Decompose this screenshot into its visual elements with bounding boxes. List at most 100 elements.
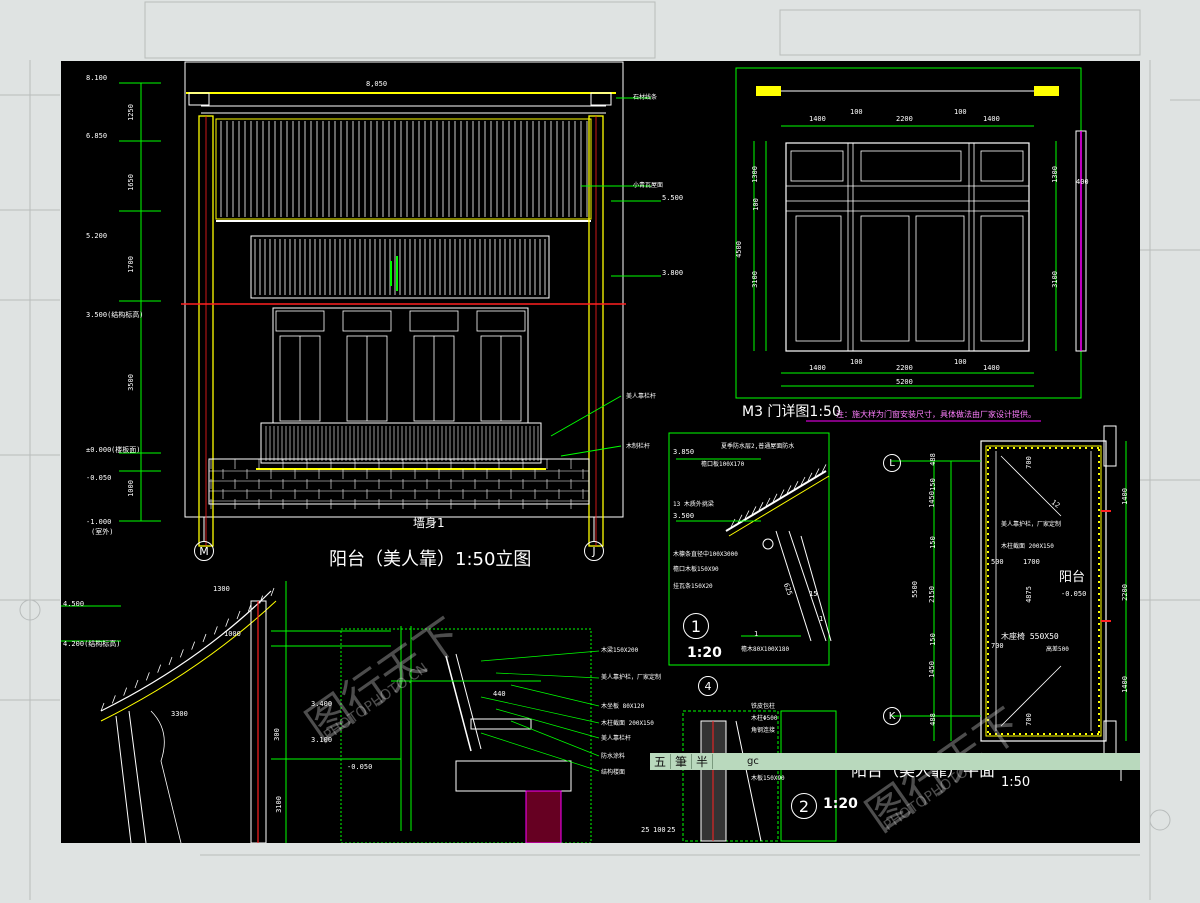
door-right-dim: 1300 bbox=[1050, 166, 1059, 183]
door-note: 注：施大样为门窗安装尺寸，具体做法由厂家设计提供。 bbox=[836, 410, 1036, 419]
cad-drawing-canvas[interactable]: 8,050 8.100 6.850 5.200 3.500(结构标高) ±0.0… bbox=[61, 61, 1140, 843]
wall-label: 墙身1 bbox=[413, 516, 445, 530]
plan-note: 美人靠护栏，厂家定制 bbox=[1001, 521, 1062, 528]
plan-left-dim: 5500 bbox=[910, 581, 919, 598]
section-scale: 1:20 bbox=[823, 796, 858, 812]
detail1-dim: 15 bbox=[809, 590, 818, 598]
axis-bubble-l: L bbox=[883, 454, 901, 472]
section-note: 木坐板 80X120 bbox=[601, 703, 645, 710]
plan-note: 木柱截面 200X150 bbox=[1001, 543, 1054, 550]
section-note: 结构楼面 bbox=[601, 769, 626, 776]
vdim-label: 1700 bbox=[126, 256, 135, 273]
door-bottom-dim: 100 bbox=[850, 358, 863, 366]
plan-left-dim: 150 bbox=[928, 633, 937, 646]
section-bottom-dim: 25 bbox=[667, 826, 676, 834]
plan-inner: 500 bbox=[991, 558, 1004, 566]
ime-halfwidth-button[interactable]: 半 bbox=[692, 754, 714, 769]
detail4-note: 木柱Φ500 bbox=[751, 715, 778, 722]
vdim-label: 1650 bbox=[126, 174, 135, 191]
plan-left-dim: 2150 bbox=[927, 586, 936, 603]
plan-label: 阳台 bbox=[1059, 570, 1086, 585]
door-bottom-dim: 1400 bbox=[983, 364, 1000, 372]
plan-note: 木座椅 550X50 bbox=[1001, 632, 1059, 641]
level-label: -0.050 bbox=[86, 474, 112, 482]
section-bottom-dim: 25 bbox=[641, 826, 650, 834]
door-top-dim: 100 bbox=[954, 108, 967, 116]
level-label: 8.100 bbox=[86, 74, 108, 82]
door-top-dim: 2200 bbox=[896, 115, 913, 123]
ime-mode-button[interactable]: 五 bbox=[650, 754, 672, 769]
door-left-dim: 4500 bbox=[734, 241, 743, 258]
plan-left-dim: 150 bbox=[928, 478, 937, 491]
level-note: (室外) bbox=[91, 528, 114, 536]
door-bottom-dim: 1400 bbox=[809, 364, 826, 372]
section-note: 木梁150X200 bbox=[601, 647, 639, 654]
ime-composition: gc bbox=[747, 756, 759, 767]
section-dim: 3300 bbox=[171, 710, 188, 718]
level-note: (楼板面) bbox=[111, 446, 141, 454]
vdim-label: 3500 bbox=[126, 374, 135, 391]
plan-left-dim: 488 bbox=[928, 713, 937, 726]
axis-bubble-m: M bbox=[194, 541, 214, 561]
level-label: -1.000 bbox=[86, 518, 112, 526]
door-right-dim: 3100 bbox=[1050, 271, 1059, 288]
door-left-dim: 3100 bbox=[750, 271, 759, 288]
section-level: 4.200(结构标高) bbox=[63, 640, 121, 648]
door-left-dim: 100 bbox=[751, 198, 760, 211]
detail1-bubble: 1 bbox=[683, 613, 709, 639]
detail1-level: 3.500 bbox=[673, 512, 695, 520]
detail1-scale: 1:20 bbox=[687, 645, 722, 661]
leader-note: 石材线条 bbox=[633, 94, 658, 101]
plan-level: -0.050 bbox=[1061, 590, 1087, 598]
door-bottom-dim: 2200 bbox=[896, 364, 913, 372]
section-note: 木柱截面 200X150 bbox=[601, 720, 654, 727]
vdim-label: 1000 bbox=[126, 480, 135, 497]
plan-right-dim: 1400 bbox=[1120, 488, 1129, 505]
leader-note: 木制栏杆 bbox=[626, 443, 651, 450]
plan-inner: 1700 bbox=[1023, 558, 1040, 566]
detail1-level: 3.850 bbox=[673, 448, 695, 456]
plan-right-dim: 2200 bbox=[1120, 584, 1129, 601]
detail1-note: 夏季防水层2,普通屋面防水 bbox=[721, 443, 795, 450]
plan-left-dim: 488 bbox=[928, 453, 937, 466]
elevation-top-dim: 8,050 bbox=[366, 80, 388, 88]
detail1-dim: 1 bbox=[754, 630, 759, 638]
section-note: 美人靠栏杆 bbox=[601, 735, 632, 742]
ime-input-method-button[interactable]: 筆 bbox=[671, 754, 693, 769]
detail1-note: 檐木80X100X180 bbox=[741, 646, 790, 653]
section-bottom-dim: 100 bbox=[653, 826, 666, 834]
plan-inner: 700 bbox=[1024, 456, 1033, 469]
detail1-note: 13 木质外挑梁 bbox=[673, 501, 714, 508]
plan-inner: 700 bbox=[991, 642, 1004, 650]
plan-inner: 4875 bbox=[1024, 586, 1033, 603]
plan-note: 高差500 bbox=[1046, 646, 1069, 653]
plan-inner: 700 bbox=[1024, 713, 1033, 726]
plan-left-dim: 1450 bbox=[927, 491, 936, 508]
detail4-note: 角钢连接 bbox=[751, 727, 776, 734]
door-top-dim: 1400 bbox=[809, 115, 826, 123]
door-bottom-dim: 100 bbox=[954, 358, 967, 366]
door-top-dim: 100 bbox=[850, 108, 863, 116]
detail1-note: 木檩条直径中100X3000 bbox=[673, 551, 738, 558]
plan-scale: 1:50 bbox=[1001, 775, 1031, 790]
level-label: ±0.000 bbox=[86, 446, 112, 454]
plan-right-dim: 1400 bbox=[1120, 676, 1129, 693]
section-bubble: 2 bbox=[791, 793, 817, 819]
plan-left-dim: 150 bbox=[928, 536, 937, 549]
section-dim: 3100 bbox=[274, 796, 283, 813]
door-total-dim: 5200 bbox=[896, 378, 913, 386]
right-level: 5.500 bbox=[662, 194, 684, 202]
level-label: 3.500(结构标高) bbox=[86, 311, 144, 319]
detail4-bubble: 4 bbox=[698, 676, 718, 696]
detail4-note: 木板150X90 bbox=[751, 775, 785, 782]
section-note: 防水涂料 bbox=[601, 753, 626, 760]
section-dim: 1300 bbox=[213, 585, 230, 593]
section-note: 美人靠护栏，厂家定制 bbox=[601, 674, 662, 681]
ime-toolbar[interactable]: 五 筆 半 gc bbox=[650, 753, 1140, 770]
section-level: -0.050 bbox=[347, 763, 373, 771]
elevation-title: 阳台（美人靠）1:50立图 bbox=[329, 549, 532, 570]
section-dim: 300 bbox=[272, 728, 281, 741]
leader-note: 小青瓦屋面 bbox=[633, 182, 664, 189]
right-level: 3.800 bbox=[662, 269, 684, 277]
detail4-note: 铁皮包柱 bbox=[751, 703, 776, 710]
